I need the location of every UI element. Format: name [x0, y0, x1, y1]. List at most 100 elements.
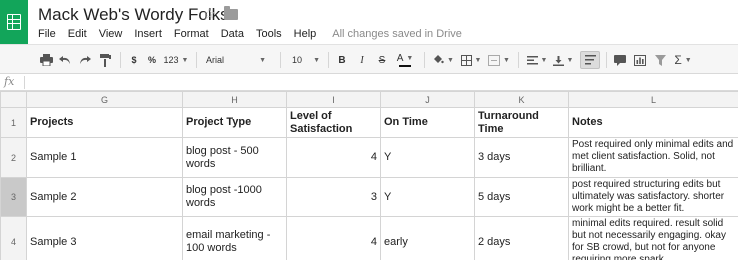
select-all-corner[interactable] [0, 91, 27, 108]
cell-j3[interactable]: Y [380, 177, 475, 217]
formula-bar-divider [24, 76, 25, 89]
cell-i2[interactable]: 4 [286, 137, 381, 178]
cell-k4[interactable]: 2 days [474, 216, 569, 260]
wrap-text-button[interactable] [580, 51, 600, 69]
column-header-k[interactable]: K [474, 91, 569, 108]
more-formats-button[interactable]: 123 ▼ [163, 51, 189, 69]
undo-icon[interactable] [58, 51, 72, 69]
cell-i3[interactable]: 3 [286, 177, 381, 217]
font-size-value: 10 [292, 55, 303, 65]
currency-format-button[interactable]: $ [128, 51, 140, 69]
cell-g3[interactable]: Sample 2 [26, 177, 183, 217]
chevron-down-icon: ▼ [503, 56, 510, 64]
save-status[interactable]: All changes saved in Drive [332, 28, 462, 42]
document-title[interactable]: Mack Web's Wordy Folks [38, 5, 229, 25]
table-row: 1 Projects Project Type Level of Satisfa… [0, 107, 738, 138]
cell-l1[interactable]: Notes [568, 107, 738, 138]
font-family-select[interactable]: Arial ▼ [206, 51, 266, 69]
cell-j1[interactable]: On Time [380, 107, 475, 138]
borders-icon [460, 54, 472, 66]
menu-insert[interactable]: Insert [134, 28, 162, 42]
toolbar-divider [424, 52, 425, 68]
cell-i1[interactable]: Level of Satisfaction [286, 107, 381, 138]
menu-file[interactable]: File [38, 28, 56, 42]
folder-icon[interactable] [224, 6, 238, 20]
formula-bar: fx [0, 74, 738, 91]
cell-k3[interactable]: 5 days [474, 177, 569, 217]
cell-k1[interactable]: Turnaround Time [474, 107, 569, 138]
merge-cells-button[interactable]: ▼ [488, 51, 510, 69]
cell-j4[interactable]: early [380, 216, 475, 260]
insert-chart-icon[interactable] [632, 51, 648, 69]
text-color-swatch [399, 65, 411, 67]
cell-h4[interactable]: email marketing - 100 words [182, 216, 287, 260]
sheets-logo-icon[interactable] [0, 0, 28, 44]
sum-icon: Σ [674, 53, 682, 67]
table-row: 3 Sample 2 blog post -1000 words 3 Y 5 d… [0, 177, 738, 217]
bold-button[interactable]: B [336, 51, 348, 69]
column-header-l[interactable]: L [568, 91, 738, 108]
menu-tools[interactable]: Tools [256, 28, 282, 42]
menu-data[interactable]: Data [221, 28, 244, 42]
more-formats-label: 123 [163, 55, 179, 65]
toolbar-divider [196, 52, 197, 68]
insert-comment-icon[interactable] [612, 51, 628, 69]
chevron-down-icon: ▼ [313, 56, 320, 64]
percent-format-button[interactable]: % [146, 51, 158, 69]
fx-icon: fx [4, 75, 15, 88]
cell-i4[interactable]: 4 [286, 216, 381, 260]
column-header-i[interactable]: I [286, 91, 381, 108]
row-header-3[interactable]: 3 [0, 177, 27, 217]
cell-l4[interactable]: minimal edits required. result solid but… [568, 216, 738, 260]
menu-format[interactable]: Format [174, 28, 209, 42]
column-header-j[interactable]: J [380, 91, 475, 108]
toolbar-divider [518, 52, 519, 68]
redo-icon[interactable] [78, 51, 92, 69]
print-icon[interactable] [38, 51, 54, 69]
cell-l3[interactable]: post required structuring edits but ulti… [568, 177, 738, 217]
cell-k2[interactable]: 3 days [474, 137, 569, 178]
menu-edit[interactable]: Edit [68, 28, 87, 42]
toolbar-divider [120, 52, 121, 68]
cell-g1[interactable]: Projects [26, 107, 183, 138]
formula-input[interactable] [30, 74, 738, 90]
star-icon[interactable]: ☆ [202, 4, 216, 24]
cell-l2[interactable]: Post required only minimal edits and met… [568, 137, 738, 178]
italic-button[interactable]: I [356, 51, 368, 69]
font-size-select[interactable]: 10 ▼ [292, 51, 320, 69]
chevron-down-icon: ▼ [474, 56, 482, 64]
vertical-align-button[interactable]: ▼ [552, 51, 574, 69]
cell-j2[interactable]: Y [380, 137, 475, 178]
table-row: 2 Sample 1 blog post - 500 words 4 Y 3 d… [0, 137, 738, 178]
strikethrough-button[interactable]: S [376, 51, 388, 69]
cell-g2[interactable]: Sample 1 [26, 137, 183, 178]
sheet-table: G H I J K L 1 Projects Project Type Leve… [0, 91, 738, 260]
cell-g4[interactable]: Sample 3 [26, 216, 183, 260]
row-header-4[interactable]: 4 [0, 216, 27, 260]
functions-button[interactable]: Σ ▼ [672, 51, 694, 69]
app-header: Mack Web's Wordy Folks ☆ File Edit View … [0, 0, 738, 44]
chevron-down-icon: ▼ [259, 56, 266, 64]
text-color-button[interactable]: A ▼ [394, 51, 416, 69]
menu-bar: File Edit View Insert Format Data Tools … [38, 28, 462, 42]
menu-view[interactable]: View [99, 28, 123, 42]
row-header-1[interactable]: 1 [0, 107, 27, 138]
toolbar-divider [606, 52, 607, 68]
cell-h3[interactable]: blog post -1000 words [182, 177, 287, 217]
text-color-label: A [396, 53, 404, 64]
row-header-2[interactable]: 2 [0, 137, 27, 178]
filter-icon[interactable] [652, 51, 668, 69]
paint-bucket-icon [434, 55, 444, 64]
column-header-h[interactable]: H [182, 91, 287, 108]
cell-h1[interactable]: Project Type [182, 107, 287, 138]
font-family-value: Arial [206, 55, 225, 65]
column-header-g[interactable]: G [26, 91, 183, 108]
cell-h2[interactable]: blog post - 500 words [182, 137, 287, 178]
align-left-icon [526, 55, 538, 64]
horizontal-align-button[interactable]: ▼ [526, 51, 548, 69]
chevron-down-icon: ▼ [566, 56, 574, 64]
borders-button[interactable]: ▼ [460, 51, 482, 69]
menu-help[interactable]: Help [294, 28, 317, 42]
fill-color-button[interactable]: ▼ [432, 51, 454, 69]
paint-format-icon[interactable] [98, 51, 112, 69]
